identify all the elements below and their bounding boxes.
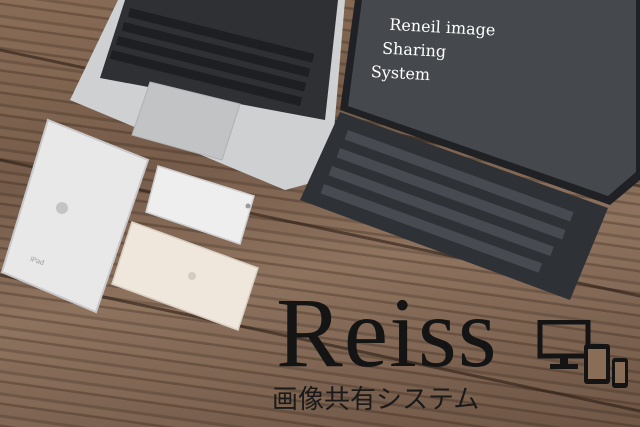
photo-scene: Reneil image Sharing System iPad Reiss 画… xyxy=(0,0,640,427)
logo-subtitle: 画像共有システム xyxy=(272,385,480,415)
logo-wordmark: Reiss xyxy=(276,277,498,388)
apple-logo-icon xyxy=(56,202,68,214)
tablet-screen-text: Reneil image Sharing System xyxy=(368,12,571,94)
devices-icon xyxy=(537,320,628,388)
